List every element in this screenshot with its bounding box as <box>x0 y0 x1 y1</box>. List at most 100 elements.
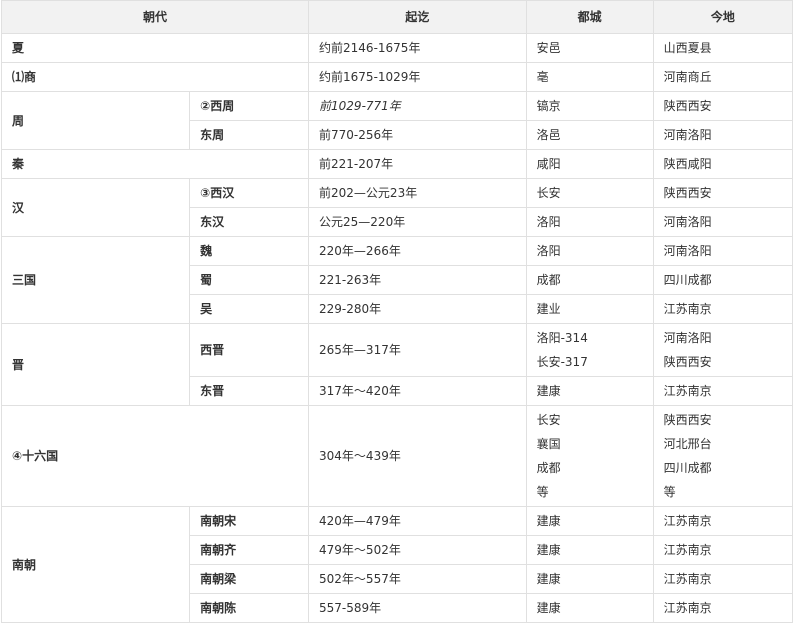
capital-cell: 建康 <box>525 564 654 594</box>
period-cell: 479年～502年 <box>308 535 527 565</box>
sub-dynasty-cell: 南朝梁 <box>189 564 310 594</box>
period-cell: 前202—公元23年 <box>308 178 527 208</box>
dynasty-table: 朝代 起讫 都城 今地 夏 约前2146-1675年 安邑 山西夏县 ⑴商 约前… <box>0 0 794 623</box>
dynasty-cell: ⑴商 <box>0 62 310 92</box>
location-cell: 河南商丘 <box>652 62 794 92</box>
capital-cell: 洛阳-314 长安-317 <box>525 323 654 377</box>
location-line: 四川成都 <box>663 461 712 475</box>
header-location: 今地 <box>652 0 794 34</box>
location-cell: 陕西西安 河北邢台 四川成都 等 <box>652 405 794 507</box>
period-cell: 221-263年 <box>308 265 527 295</box>
capital-cell: 洛邑 <box>525 120 654 150</box>
capital-line: 襄国 <box>536 437 561 451</box>
table-header-row: 朝代 起讫 都城 今地 <box>0 0 794 34</box>
dynasty-cell: 周 <box>0 91 191 150</box>
capital-line: 长安-317 <box>536 355 588 369</box>
period-cell: 265年—317年 <box>308 323 527 377</box>
location-cell: 江苏南京 <box>652 535 794 565</box>
location-cell: 四川成都 <box>652 265 794 295</box>
sub-dynasty-cell: 南朝宋 <box>189 506 310 536</box>
location-line: 河北邢台 <box>663 437 712 451</box>
period-cell: 约前1675-1029年 <box>308 62 527 92</box>
capital-cell: 建康 <box>525 376 654 406</box>
location-cell: 江苏南京 <box>652 294 794 324</box>
table-row: 夏 约前2146-1675年 安邑 山西夏县 <box>0 33 794 63</box>
capital-cell: 长安 襄国 成都 等 <box>525 405 654 507</box>
capital-cell: 建康 <box>525 593 654 623</box>
dynasty-cell: 夏 <box>0 33 310 63</box>
period-cell: 229-280年 <box>308 294 527 324</box>
location-cell: 江苏南京 <box>652 564 794 594</box>
location-line: 河南洛阳 <box>663 331 712 345</box>
capital-line: 长安 <box>536 413 561 427</box>
dynasty-cell: 三国 <box>0 236 191 324</box>
location-cell: 河南洛阳 <box>652 207 794 237</box>
capital-line: 成都 <box>536 461 561 475</box>
sub-dynasty-cell: 魏 <box>189 236 310 266</box>
location-cell: 河南洛阳 陕西西安 <box>652 323 794 377</box>
capital-cell: 建康 <box>525 506 654 536</box>
sub-dynasty-cell: 东周 <box>189 120 310 150</box>
capital-cell: 亳 <box>525 62 654 92</box>
location-cell: 江苏南京 <box>652 376 794 406</box>
capital-cell: 镐京 <box>525 91 654 121</box>
table-row: 南朝 南朝宋 420年—479年 建康 江苏南京 <box>0 506 794 623</box>
location-line: 等 <box>663 485 676 499</box>
dynasty-cell: 南朝 <box>0 506 191 623</box>
sub-dynasty-cell: ②西周 <box>189 91 310 121</box>
period-cell: 前221-207年 <box>308 149 527 179</box>
period-cell: 前770-256年 <box>308 120 527 150</box>
period-cell: 公元25—220年 <box>308 207 527 237</box>
location-cell: 河南洛阳 <box>652 120 794 150</box>
sub-dynasty-cell: 西晋 <box>189 323 310 377</box>
capital-cell: 建业 <box>525 294 654 324</box>
capital-cell: 长安 <box>525 178 654 208</box>
location-cell: 江苏南京 <box>652 593 794 623</box>
capital-cell: 成都 <box>525 265 654 295</box>
header-period: 起讫 <box>308 0 527 34</box>
dynasty-cell: 汉 <box>0 178 191 237</box>
table-row: 汉 ③西汉 前202—公元23年 长安 陕西西安 <box>0 178 794 237</box>
capital-line: 洛阳-314 <box>536 331 588 345</box>
table-row: 秦 前221-207年 咸阳 陕西咸阳 <box>0 149 794 179</box>
capital-cell: 建康 <box>525 535 654 565</box>
period-cell: 前1029-771年 <box>308 91 527 121</box>
location-cell: 陕西西安 <box>652 178 794 208</box>
period-cell: 304年～439年 <box>308 405 527 507</box>
header-dynasty: 朝代 <box>0 0 310 34</box>
period-cell: 317年～420年 <box>308 376 527 406</box>
location-cell: 河南洛阳 <box>652 236 794 266</box>
capital-cell: 安邑 <box>525 33 654 63</box>
capital-cell: 咸阳 <box>525 149 654 179</box>
sub-dynasty-cell: 南朝陈 <box>189 593 310 623</box>
location-cell: 山西夏县 <box>652 33 794 63</box>
sub-dynasty-cell: 蜀 <box>189 265 310 295</box>
period-cell: 502年～557年 <box>308 564 527 594</box>
sub-dynasty-cell: 东汉 <box>189 207 310 237</box>
sub-dynasty-cell: 吴 <box>189 294 310 324</box>
location-cell: 陕西咸阳 <box>652 149 794 179</box>
capital-line: 等 <box>536 485 549 499</box>
table-row: ④十六国 304年～439年 长安 襄国 成都 等 陕西西安 河北邢台 四川成都… <box>0 405 794 507</box>
header-capital: 都城 <box>525 0 654 34</box>
table-row: 三国 魏 220年—266年 洛阳 河南洛阳 <box>0 236 794 324</box>
dynasty-cell: 秦 <box>0 149 310 179</box>
sub-dynasty-cell: ③西汉 <box>189 178 310 208</box>
capital-cell: 洛阳 <box>525 207 654 237</box>
location-line: 陕西西安 <box>663 355 712 369</box>
table-row: 周 ②西周 前1029-771年 镐京 陕西西安 <box>0 91 794 150</box>
sub-dynasty-cell: 南朝齐 <box>189 535 310 565</box>
location-cell: 江苏南京 <box>652 506 794 536</box>
location-line: 陕西西安 <box>663 413 712 427</box>
table-row: ⑴商 约前1675-1029年 亳 河南商丘 <box>0 62 794 92</box>
dynasty-cell: ④十六国 <box>0 405 310 507</box>
period-cell: 420年—479年 <box>308 506 527 536</box>
period-cell: 557-589年 <box>308 593 527 623</box>
sub-dynasty-cell: 东晋 <box>189 376 310 406</box>
table-row: 晋 西晋 265年—317年 洛阳-314 长安-317 河南洛阳 陕西西安 <box>0 323 794 406</box>
capital-cell: 洛阳 <box>525 236 654 266</box>
period-cell: 220年—266年 <box>308 236 527 266</box>
location-cell: 陕西西安 <box>652 91 794 121</box>
dynasty-cell: 晋 <box>0 323 191 406</box>
period-cell: 约前2146-1675年 <box>308 33 527 63</box>
